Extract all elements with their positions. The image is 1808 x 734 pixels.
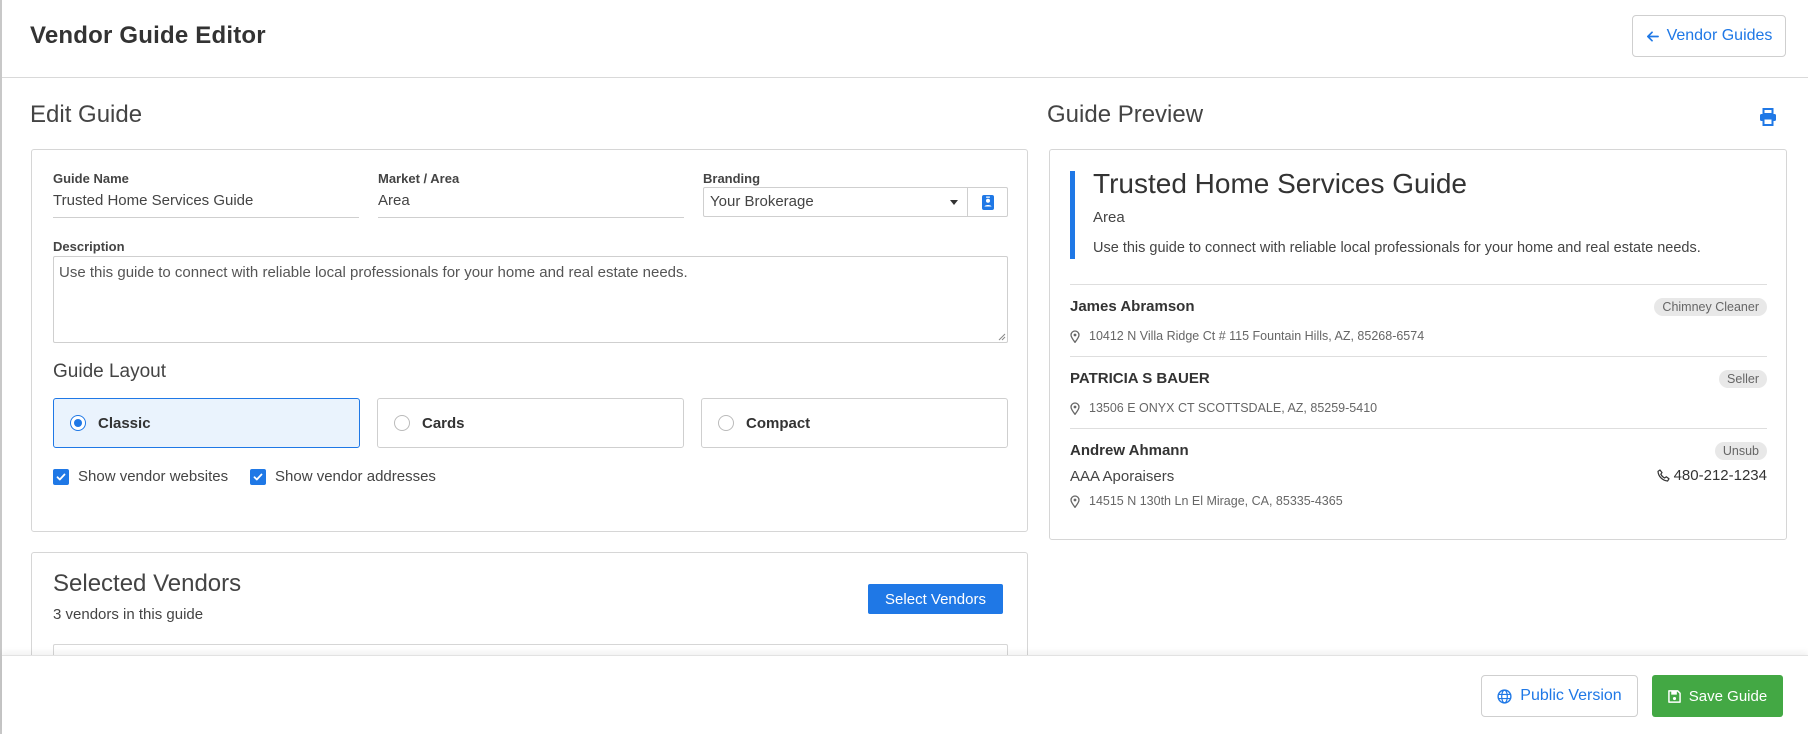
- edit-guide-card: Guide Name Trusted Home Services Guide M…: [31, 149, 1028, 532]
- check-icon: [253, 473, 263, 480]
- show-websites-checkbox[interactable]: [53, 468, 69, 485]
- guide-name-input[interactable]: Trusted Home Services Guide: [53, 188, 359, 218]
- vendor-company: AAA Aporaisers: [1070, 468, 1175, 485]
- vendor-name: Andrew Ahmann: [1070, 442, 1189, 459]
- vendor-row: Andrew Ahmann Unsub AAA Aporaisers 480-2…: [1070, 428, 1767, 518]
- vendor-address: 14515 N 130th Ln El Mirage, CA, 85335-43…: [1070, 494, 1343, 508]
- layout-option-classic[interactable]: Classic: [53, 398, 360, 448]
- vendor-category-badge: Unsub: [1714, 442, 1767, 460]
- resize-grip-icon[interactable]: [998, 333, 1006, 341]
- save-guide-button[interactable]: Save Guide: [1652, 675, 1783, 717]
- edit-guide-title: Edit Guide: [30, 101, 143, 128]
- map-marker-icon: [1070, 401, 1080, 415]
- description-label: Description: [53, 239, 125, 254]
- preview-guide-description: Use this guide to connect with reliable …: [1093, 240, 1701, 256]
- preview-accent-bar: [1070, 171, 1075, 259]
- layout-option-label: Compact: [746, 414, 811, 432]
- vendor-address-text: 10412 N Villa Ridge Ct # 115 Fountain Hi…: [1089, 329, 1425, 343]
- check-icon: [56, 473, 66, 480]
- branding-selected-value: Your Brokerage: [710, 193, 814, 210]
- vendor-address-text: 13506 E ONYX CT SCOTTSDALE, AZ, 85259-54…: [1089, 401, 1378, 415]
- public-version-button[interactable]: Public Version: [1481, 675, 1638, 717]
- layout-option-label: Classic: [98, 414, 151, 432]
- guide-layout-title: Guide Layout: [53, 361, 167, 382]
- show-addresses-checkbox[interactable]: [250, 468, 266, 485]
- caret-down-icon: [950, 200, 958, 205]
- vendor-phone: 480-212-1234: [1656, 467, 1767, 484]
- vendor-row: PATRICIA S BAUER Seller 13506 E ONYX CT …: [1070, 356, 1767, 428]
- show-websites-option[interactable]: Show vendor websites: [53, 468, 228, 485]
- branding-label: Branding: [703, 171, 761, 186]
- radio-unselected-icon: [718, 415, 734, 431]
- show-websites-label: Show vendor websites: [78, 468, 229, 485]
- selected-vendors-title: Selected Vendors: [53, 570, 242, 597]
- id-badge-icon: [981, 194, 994, 210]
- save-icon: [1667, 689, 1681, 703]
- market-area-input[interactable]: Area: [378, 188, 684, 218]
- phone-icon: [1656, 469, 1670, 482]
- branding-profile-button[interactable]: [967, 187, 1008, 217]
- page-title: Vendor Guide Editor: [30, 22, 266, 49]
- footer-action-bar: Public Version Save Guide: [2, 655, 1808, 734]
- back-to-vendor-guides-button[interactable]: Vendor Guides: [1632, 15, 1786, 57]
- public-version-label: Public Version: [1520, 687, 1622, 704]
- layout-option-compact[interactable]: Compact: [701, 398, 1008, 448]
- save-guide-label: Save Guide: [1688, 687, 1768, 705]
- top-bar: Vendor Guide Editor Vendor Guides: [2, 0, 1808, 78]
- description-textarea[interactable]: Use this guide to connect with reliable …: [53, 256, 1008, 343]
- arrow-left-icon: [1646, 30, 1659, 42]
- vendor-phone-text: 480-212-1234: [1673, 467, 1767, 484]
- guide-preview-title: Guide Preview: [1047, 101, 1204, 128]
- guide-name-label: Guide Name: [53, 171, 129, 186]
- print-icon[interactable]: [1759, 108, 1777, 126]
- map-marker-icon: [1070, 494, 1080, 508]
- market-area-label: Market / Area: [378, 171, 460, 186]
- vendor-address: 13506 E ONYX CT SCOTTSDALE, AZ, 85259-54…: [1070, 401, 1377, 415]
- app-window: Vendor Guide Editor Vendor Guides Edit G…: [0, 0, 1808, 734]
- layout-option-cards[interactable]: Cards: [377, 398, 684, 448]
- vendor-address: 10412 N Villa Ridge Ct # 115 Fountain Hi…: [1070, 329, 1424, 343]
- show-addresses-option[interactable]: Show vendor addresses: [250, 468, 436, 485]
- radio-selected-icon: [70, 415, 86, 431]
- select-vendors-button[interactable]: Select Vendors: [868, 584, 1003, 614]
- branding-select[interactable]: Your Brokerage: [703, 187, 968, 217]
- preview-guide-area: Area: [1093, 209, 1125, 226]
- vendor-category-badge: Seller: [1719, 370, 1767, 388]
- preview-guide-title: Trusted Home Services Guide: [1093, 168, 1467, 199]
- vendor-address-text: 14515 N 130th Ln El Mirage, CA, 85335-43…: [1089, 494, 1343, 508]
- selected-vendors-count: 3 vendors in this guide: [53, 606, 204, 623]
- radio-unselected-icon: [394, 415, 410, 431]
- vendor-category-badge: Chimney Cleaner: [1654, 298, 1767, 316]
- map-marker-icon: [1070, 329, 1080, 343]
- vendor-row: James Abramson Chimney Cleaner 10412 N V…: [1070, 284, 1767, 356]
- globe-icon: [1497, 688, 1512, 704]
- show-addresses-label: Show vendor addresses: [275, 468, 436, 485]
- guide-preview-card: Trusted Home Services Guide Area Use thi…: [1049, 149, 1787, 540]
- layout-option-label: Cards: [422, 414, 465, 432]
- vendor-name: PATRICIA S BAUER: [1070, 370, 1210, 387]
- back-button-label: Vendor Guides: [1666, 27, 1773, 44]
- description-text: Use this guide to connect with reliable …: [59, 264, 688, 281]
- vendor-name: James Abramson: [1070, 298, 1195, 315]
